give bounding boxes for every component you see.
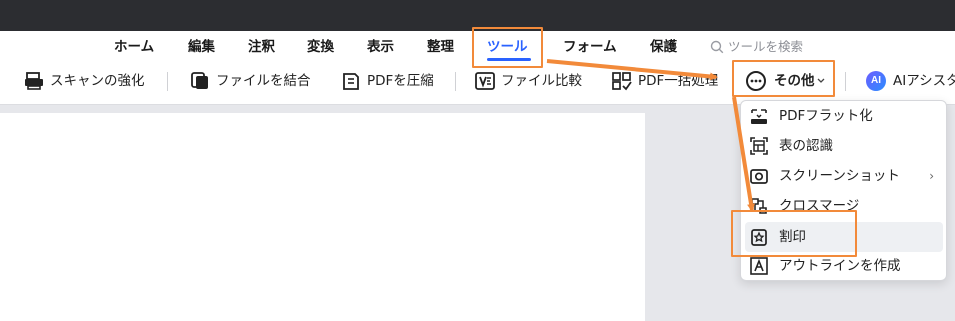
- title-bar: [0, 0, 955, 31]
- tab-protect[interactable]: 保護: [650, 38, 677, 60]
- tab-edit[interactable]: 編集: [188, 38, 215, 60]
- tab-view[interactable]: 表示: [367, 38, 394, 60]
- menu-item-table-recognition[interactable]: 表の認識: [741, 131, 946, 161]
- toolbar-divider: [845, 72, 846, 91]
- tab-home[interactable]: ホーム: [114, 38, 154, 60]
- menu-item-label: スクリーンショット: [779, 168, 900, 184]
- more-tools-label: その他: [774, 73, 815, 89]
- compress-icon: [343, 73, 359, 90]
- ai-icon: AI: [866, 71, 886, 91]
- toolbar-divider: [455, 72, 456, 91]
- search-placeholder: ツールを検索: [728, 39, 804, 54]
- tab-tools[interactable]: ツール: [487, 38, 528, 60]
- tab-convert[interactable]: 変換: [307, 38, 334, 60]
- cross-merge-icon: [751, 198, 767, 214]
- screenshot-icon: [750, 169, 768, 184]
- table-recognition-icon: [750, 137, 768, 155]
- batch-icon: [612, 72, 632, 91]
- menu-item-seal[interactable]: 割印: [745, 222, 943, 252]
- menu-item-label: 表の認識: [779, 138, 833, 154]
- batch-process-label: PDF一括処理: [638, 73, 719, 89]
- more-icon: [746, 71, 766, 91]
- outline-icon: [750, 257, 768, 275]
- tab-form[interactable]: フォーム: [563, 38, 617, 60]
- menu-item-cross-merge[interactable]: クロスマージ: [741, 191, 946, 221]
- active-tab-indicator: [487, 58, 531, 61]
- menu-item-label: クロスマージ: [779, 198, 860, 214]
- seal-icon: [751, 229, 767, 246]
- scanner-icon: [25, 72, 43, 90]
- menu-item-screenshot[interactable]: スクリーンショット ›: [741, 161, 946, 191]
- tab-organize[interactable]: 整理: [427, 38, 454, 60]
- combine-icon: [191, 72, 208, 89]
- menu-item-label: 割印: [779, 229, 806, 245]
- compress-pdf-label: PDFを圧縮: [367, 73, 434, 89]
- toolbar-divider: [167, 72, 168, 91]
- chevron-right-icon: ›: [929, 169, 934, 183]
- scan-enhance-label: スキャンの強化: [50, 73, 145, 89]
- compare-files-label: ファイル比較: [501, 73, 582, 89]
- menu-item-label: PDFフラット化: [779, 108, 873, 124]
- flatten-icon: [751, 109, 767, 124]
- tab-annotate[interactable]: 注釈: [248, 38, 275, 60]
- combine-files-label: ファイルを結合: [216, 73, 311, 89]
- menu-item-create-outline[interactable]: アウトラインを作成: [741, 251, 946, 281]
- more-tools-menu: PDFフラット化 表の認識 スクリーンショット › クロスマージ 割印 アウトラ…: [740, 100, 947, 281]
- compare-icon: [475, 72, 495, 90]
- menu-item-flatten[interactable]: PDFフラット化: [741, 101, 946, 131]
- menu-item-label: アウトラインを作成: [779, 258, 901, 274]
- chevron-down-icon: [817, 78, 825, 83]
- ai-assistant-label: AIアシスタ: [893, 73, 955, 89]
- search-icon: [710, 40, 724, 54]
- document-page[interactable]: [0, 113, 645, 321]
